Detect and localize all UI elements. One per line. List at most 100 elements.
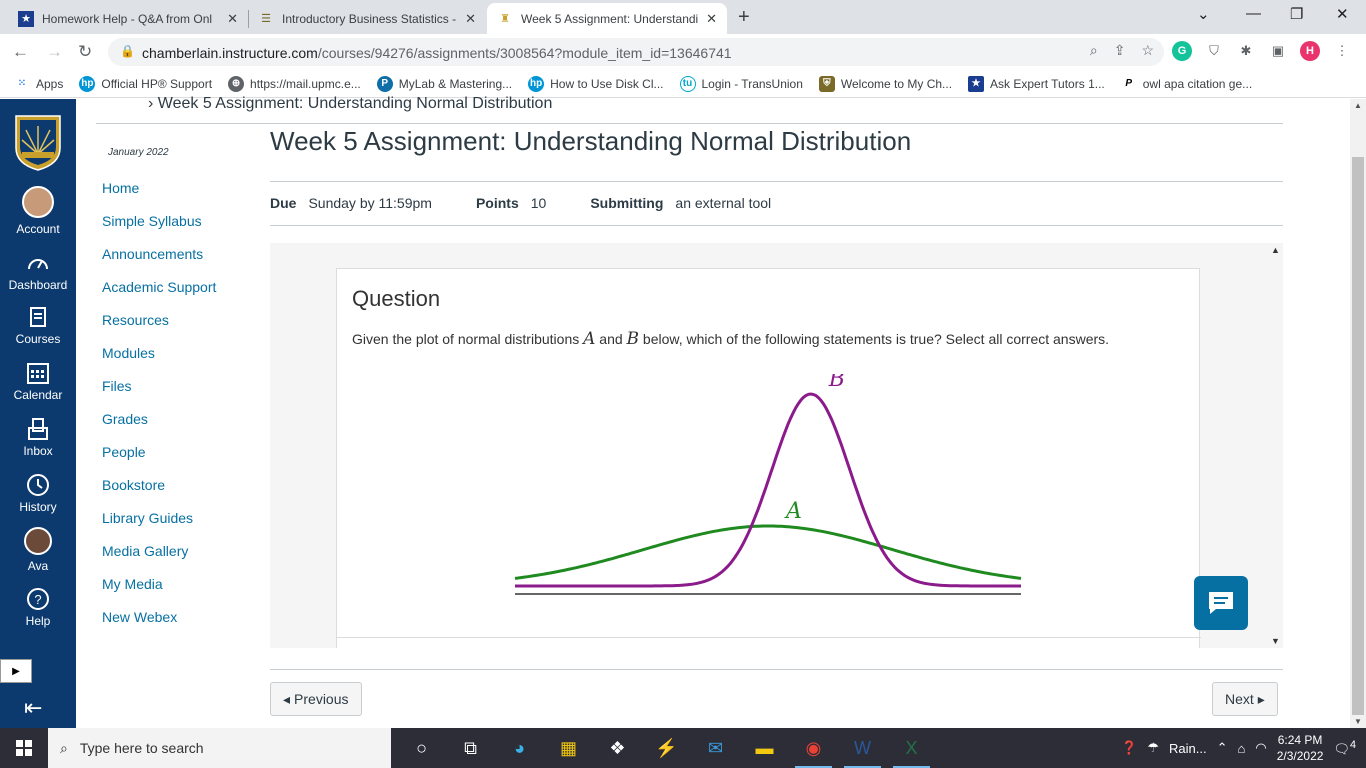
zoom-icon[interactable]: ⌕ bbox=[1090, 42, 1098, 59]
task-view-icon[interactable]: ⧉ bbox=[446, 728, 495, 768]
course-nav-new-webex[interactable]: New Webex bbox=[102, 608, 216, 641]
grammarly-icon[interactable]: G bbox=[1172, 41, 1192, 61]
nav-account[interactable]: Account bbox=[0, 186, 76, 236]
globe-icon: ⊕ bbox=[228, 75, 245, 92]
bookmark-mylab[interactable]: P MyLab & Mastering... bbox=[376, 75, 512, 92]
course-nav-grades[interactable]: Grades bbox=[102, 410, 216, 443]
nav-dashboard[interactable]: Dashboard bbox=[0, 250, 76, 292]
bookmark-welcome[interactable]: ⛨ Welcome to My Ch... bbox=[818, 75, 952, 92]
minimize-icon[interactable]: — bbox=[1246, 5, 1261, 22]
course-nav-library-guides[interactable]: Library Guides bbox=[102, 509, 216, 542]
bookmark-owl-apa[interactable]: Powl apa citation ge... bbox=[1120, 75, 1252, 92]
omnibox[interactable]: 🔒 chamberlain.instructure.com/courses/94… bbox=[108, 38, 1164, 66]
external-tool-frame[interactable]: Question Given the plot of normal distri… bbox=[270, 243, 1283, 648]
course-nav-files[interactable]: Files bbox=[102, 377, 216, 410]
caret-left-icon: ◂ bbox=[283, 690, 291, 707]
course-nav-simple-syllabus[interactable]: Simple Syllabus bbox=[102, 212, 216, 245]
scrollbar-thumb[interactable] bbox=[1352, 157, 1364, 715]
nav-history[interactable]: History bbox=[0, 472, 76, 514]
nav-courses[interactable]: Courses bbox=[0, 304, 76, 346]
weather-text[interactable]: Rain... bbox=[1169, 741, 1207, 756]
new-tab-button[interactable]: + bbox=[738, 6, 750, 29]
start-button[interactable] bbox=[0, 728, 48, 768]
play-icon[interactable]: ▶ bbox=[0, 659, 32, 683]
store-icon[interactable]: ▦ bbox=[544, 728, 593, 768]
nav-help[interactable]: ? Help bbox=[0, 586, 76, 628]
close-icon[interactable]: ✕ bbox=[706, 11, 717, 27]
edge-icon[interactable]: ◕ bbox=[495, 728, 544, 768]
bookmark-ask-expert[interactable]: ★ Ask Expert Tutors 1... bbox=[968, 75, 1105, 92]
app-icon[interactable]: ⚡ bbox=[642, 728, 691, 768]
wifi-icon[interactable]: ◠ bbox=[1255, 740, 1266, 756]
next-button[interactable]: Next ▸ bbox=[1212, 682, 1278, 716]
restore-icon[interactable]: ❐ bbox=[1290, 5, 1303, 23]
chrome-icon[interactable]: ◉ bbox=[789, 728, 838, 768]
course-nav-academic-support[interactable]: Academic Support bbox=[102, 278, 216, 311]
bookmark-hp-support[interactable]: hp Official HP® Support bbox=[79, 75, 212, 92]
dropbox-icon[interactable]: ❖ bbox=[593, 728, 642, 768]
question-card: Question Given the plot of normal distri… bbox=[336, 268, 1201, 648]
nav-calendar[interactable]: Calendar bbox=[0, 360, 76, 402]
file-explorer-icon[interactable]: ▬ bbox=[740, 728, 789, 768]
back-icon[interactable]: ← bbox=[12, 42, 29, 62]
side-panel-icon[interactable]: ▣ bbox=[1268, 41, 1288, 61]
scroll-up-icon[interactable]: ▲ bbox=[1354, 101, 1362, 110]
word-icon[interactable]: W bbox=[838, 728, 887, 768]
help-tray-icon[interactable]: ❓ bbox=[1121, 740, 1137, 756]
clock[interactable]: 6:24 PM 2/3/2022 bbox=[1277, 732, 1324, 764]
url-text[interactable]: chamberlain.instructure.com/courses/9427… bbox=[142, 45, 732, 61]
menu-kebab-icon[interactable]: ⋮ bbox=[1332, 41, 1352, 61]
scroll-down-icon[interactable]: ▼ bbox=[1354, 717, 1362, 726]
collapse-nav-icon[interactable]: ⇤ bbox=[24, 695, 42, 721]
tab-homework-help[interactable]: ★ Homework Help - Q&A from Onl ✕ bbox=[8, 3, 248, 34]
chevron-up-icon[interactable]: ⌃ bbox=[1217, 740, 1228, 756]
course-nav-announcements[interactable]: Announcements bbox=[102, 245, 216, 278]
hp-icon: hp bbox=[79, 75, 96, 92]
extensions-puzzle-icon[interactable]: ✱ bbox=[1236, 41, 1256, 61]
transunion-icon: tu bbox=[679, 75, 696, 92]
breadcrumb[interactable]: › Week 5 Assignment: Understanding Norma… bbox=[148, 95, 552, 113]
bookmark-transunion[interactable]: tu Login - TransUnion bbox=[679, 75, 803, 92]
course-nav-my-media[interactable]: My Media bbox=[102, 575, 216, 608]
cortana-icon[interactable]: ○ bbox=[397, 728, 446, 768]
tab-business-statistics[interactable]: ☰ Introductory Business Statistics - ✕ bbox=[248, 3, 486, 34]
mail-icon[interactable]: ✉ bbox=[691, 728, 740, 768]
frame-scrollbar[interactable]: ▲ ▼ bbox=[1270, 243, 1283, 648]
taskbar-search[interactable]: ⌕ Type here to search bbox=[48, 728, 391, 768]
excel-icon[interactable]: X bbox=[887, 728, 936, 768]
bookmark-disk-cleanup[interactable]: hp How to Use Disk Cl... bbox=[528, 75, 664, 92]
close-icon[interactable]: ✕ bbox=[227, 11, 238, 27]
course-nav-media-gallery[interactable]: Media Gallery bbox=[102, 542, 216, 575]
course-nav-home[interactable]: Home bbox=[102, 179, 216, 212]
chat-button[interactable] bbox=[1194, 576, 1248, 630]
scroll-down-icon[interactable]: ▼ bbox=[1271, 636, 1280, 646]
course-nav-bookstore[interactable]: Bookstore bbox=[102, 476, 216, 509]
course-nav-people[interactable]: People bbox=[102, 443, 216, 476]
reload-icon[interactable]: ↻ bbox=[78, 42, 92, 62]
bookmarks-bar: ⁙ Apps hp Official HP® Support ⊕ https://ma… bbox=[0, 70, 1366, 98]
shield-extension-icon[interactable]: ⛉ bbox=[1204, 41, 1224, 61]
course-nav-resources[interactable]: Resources bbox=[102, 311, 216, 344]
share-icon[interactable]: ⇪ bbox=[1114, 42, 1126, 59]
close-window-icon[interactable]: ✕ bbox=[1336, 5, 1349, 23]
svg-text:?: ? bbox=[34, 592, 41, 607]
bookmark-star-icon[interactable]: ☆ bbox=[1141, 42, 1154, 59]
previous-button[interactable]: ◂ Previous bbox=[270, 682, 362, 716]
profile-avatar[interactable]: H bbox=[1300, 41, 1320, 61]
bookmark-upmc-mail[interactable]: ⊕ https://mail.upmc.e... bbox=[228, 75, 361, 92]
address-toolbar: ← → ↻ 🔒 chamberlain.instructure.com/cour… bbox=[0, 34, 1366, 70]
nav-ava[interactable]: Ava bbox=[0, 527, 76, 573]
weather-icon[interactable]: ☂ bbox=[1147, 740, 1159, 756]
forward-icon[interactable]: → bbox=[46, 42, 63, 62]
network-icon[interactable]: ⌂ bbox=[1238, 741, 1246, 756]
page-scrollbar[interactable]: ▲ ▼ bbox=[1350, 99, 1366, 728]
tab-week5-assignment[interactable]: ♜ Week 5 Assignment: Understandi ✕ bbox=[487, 3, 727, 34]
tab-search-icon[interactable]: ⌄ bbox=[1197, 5, 1210, 23]
scroll-up-icon[interactable]: ▲ bbox=[1271, 245, 1280, 255]
course-nav-modules[interactable]: Modules bbox=[102, 344, 216, 377]
close-icon[interactable]: ✕ bbox=[465, 11, 476, 27]
notifications-icon[interactable]: 🗨4 bbox=[1333, 739, 1356, 757]
bookmark-apps[interactable]: ⁙ Apps bbox=[14, 76, 64, 92]
nav-inbox[interactable]: Inbox bbox=[0, 416, 76, 458]
school-logo[interactable] bbox=[14, 114, 62, 172]
